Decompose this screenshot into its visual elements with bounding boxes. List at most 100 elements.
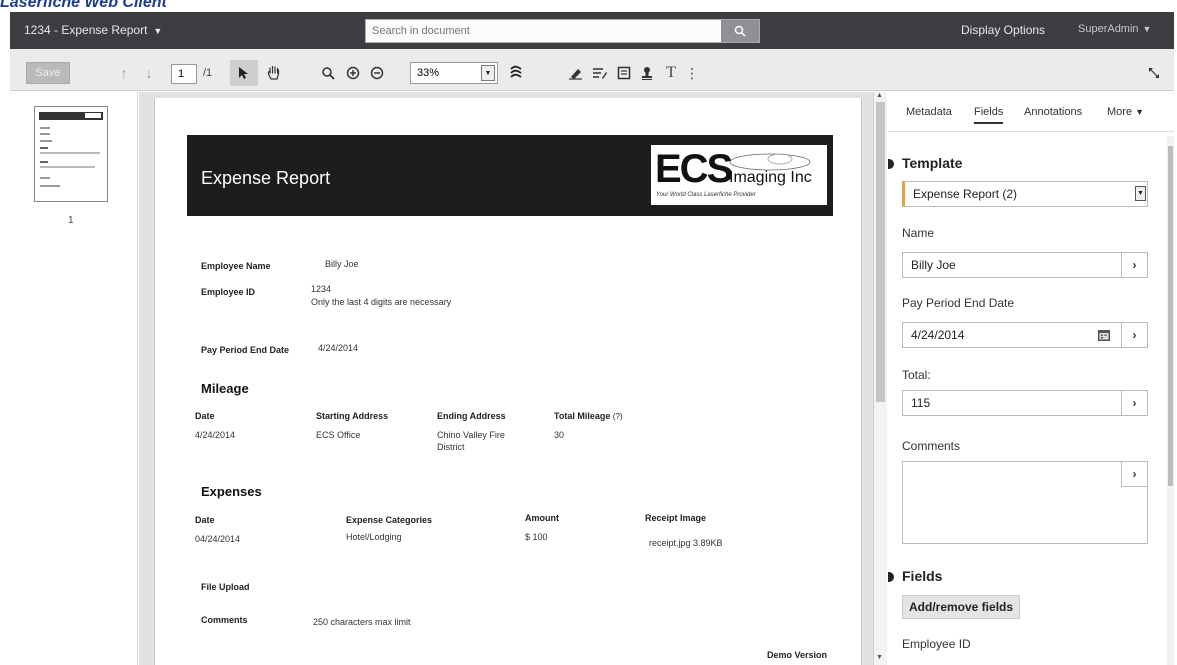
total-label: Total: — [902, 368, 931, 382]
document-page: Expense Report ECS Imaging Inc Your Worl… — [154, 98, 862, 665]
mileage-date: 4/24/2014 — [195, 430, 236, 440]
comments-go-button[interactable]: › — [1121, 461, 1148, 487]
user-menu[interactable]: SuperAdmin ▼ — [1078, 23, 1151, 35]
document-title: 1234 - Expense Report — [24, 23, 148, 37]
pay-period-value: 4/24/2014 — [318, 343, 359, 353]
employee-name-label: Employee Name — [201, 261, 271, 271]
expenses-col-amount: Amount — [525, 513, 559, 523]
dropdown-arrow-icon[interactable]: ▼ — [1135, 186, 1146, 201]
scrollbar-thumb[interactable] — [1168, 146, 1173, 486]
fields-heading: Fields — [902, 568, 943, 584]
logo-ecs-text: ECS — [655, 147, 733, 191]
help-hint[interactable]: (?) — [613, 412, 623, 421]
document-scrollbar[interactable]: ▲ ▼ — [873, 92, 887, 665]
panel-scrollbar[interactable] — [1167, 136, 1174, 665]
document-menu[interactable]: 1234 - Expense Report ▼ — [24, 23, 162, 37]
page-total: /1 — [203, 67, 213, 79]
user-name: SuperAdmin — [1078, 23, 1139, 35]
highlight-pen-icon[interactable] — [566, 62, 586, 84]
employee-id-value: 1234 — [311, 284, 332, 294]
redaction-icon[interactable] — [506, 62, 526, 84]
search-icon — [734, 25, 746, 37]
ecs-logo: ECS Imaging Inc Your World Class Laserfi… — [651, 145, 827, 205]
tab-metadata[interactable]: Metadata — [906, 106, 952, 118]
pay-period-label: Pay Period End Date — [902, 296, 1015, 310]
search-box — [365, 19, 760, 43]
name-go-button[interactable]: › — [1121, 252, 1148, 278]
total-go-button[interactable]: › — [1121, 390, 1148, 416]
top-bar: 1234 - Expense Report ▼ Display Options S… — [10, 12, 1174, 49]
collapse-toggle-icon[interactable] — [888, 159, 894, 169]
collapse-toggle-icon[interactable] — [888, 572, 894, 582]
zoom-in-icon[interactable] — [343, 62, 363, 84]
expenses-col-category: Expense Categories — [346, 515, 433, 525]
scrollbar-thumb[interactable] — [876, 102, 885, 402]
mileage-col-total-text: Total Mileage — [554, 411, 611, 421]
text-lines-icon[interactable] — [590, 62, 610, 84]
calendar-icon[interactable] — [1097, 328, 1111, 342]
mileage-col-end: Ending Address — [437, 411, 506, 421]
expenses-title: Expenses — [201, 484, 262, 499]
employee-name-value: Billy Joe — [325, 259, 359, 269]
report-header: Expense Report ECS Imaging Inc Your Worl… — [187, 135, 833, 216]
expenses-receipt[interactable]: receipt.jpg 3.89KB — [649, 538, 723, 548]
total-field[interactable]: 115 — [902, 390, 1148, 416]
employee-id-label: Employee ID — [902, 637, 971, 651]
pan-hand-icon[interactable] — [264, 62, 284, 84]
panel-tabs: Metadata Fields Annotations More ▼ — [888, 92, 1174, 132]
dropdown-arrow-icon[interactable]: ▼ — [481, 65, 495, 81]
zoom-level-input[interactable] — [411, 63, 481, 83]
display-options-button[interactable]: Display Options — [961, 23, 1045, 37]
mileage-col-start: Starting Address — [316, 411, 389, 421]
select-pointer-button[interactable] — [230, 60, 258, 86]
file-upload-label: File Upload — [201, 582, 250, 592]
window-caption: Laserfiche Web Client — [0, 0, 167, 11]
logo-imaging-text: Imaging Inc — [729, 169, 812, 186]
report-title: Expense Report — [201, 168, 331, 188]
thumbnail-panel: 1 — [10, 92, 138, 665]
thumbnail-page-number: 1 — [68, 215, 74, 226]
mileage-col-total: Total Mileage (?) — [554, 411, 623, 421]
pay-period-label: Pay Period End Date — [201, 345, 290, 355]
arrow-down-icon[interactable]: ↓ — [141, 62, 157, 84]
expenses-date: 04/24/2014 — [195, 534, 241, 544]
text-tool-button[interactable]: T — [661, 62, 681, 84]
pay-period-field[interactable]: 4/24/2014 — [902, 322, 1148, 348]
caret-down-icon: ▼ — [153, 26, 163, 36]
tab-more-label: More — [1107, 106, 1133, 118]
zoom-out-icon[interactable] — [367, 62, 387, 84]
zoom-select[interactable]: ▼ — [410, 62, 498, 84]
search-button[interactable] — [721, 20, 759, 42]
name-field[interactable]: Billy Joe — [902, 252, 1148, 278]
pay-period-go-button[interactable]: › — [1121, 322, 1148, 348]
expand-icon[interactable] — [1146, 62, 1162, 84]
caret-down-icon: ▼ — [1135, 107, 1145, 117]
mileage-title: Mileage — [201, 381, 249, 396]
scroll-up-icon[interactable]: ▲ — [876, 92, 883, 99]
mileage-end-line1: Chino Valley Fire — [437, 430, 505, 440]
save-button[interactable]: Save — [26, 62, 70, 84]
tab-annotations[interactable]: Annotations — [1024, 106, 1082, 118]
toolbar: Save ↑ ↓ /1 ▼ T ⋮ — [10, 49, 1174, 91]
add-remove-fields-button[interactable]: Add/remove fields — [902, 595, 1021, 619]
caret-down-icon: ▼ — [1142, 24, 1152, 34]
document-viewer: Expense Report ECS Imaging Inc Your Worl… — [139, 92, 873, 665]
mileage-end-line2: District — [437, 442, 465, 452]
search-input[interactable] — [366, 20, 721, 42]
stamp-icon[interactable] — [637, 62, 657, 84]
tab-more[interactable]: More ▼ — [1107, 106, 1144, 118]
employee-id-note: Only the last 4 digits are necessary — [311, 297, 452, 307]
zoom-fit-icon[interactable] — [318, 62, 338, 84]
expenses-category: Hotel/Lodging — [346, 532, 402, 542]
template-select[interactable]: Expense Report (2) — [902, 181, 1148, 207]
expenses-col-date: Date — [195, 515, 215, 525]
more-tools-icon[interactable]: ⋮ — [685, 62, 699, 84]
logo-swoosh-icon — [729, 153, 811, 171]
page-thumbnail[interactable] — [34, 106, 108, 202]
page-number-input[interactable] — [171, 64, 197, 84]
arrow-up-icon[interactable]: ↑ — [116, 62, 132, 84]
comments-textarea[interactable] — [902, 461, 1148, 544]
sticky-note-icon[interactable] — [614, 62, 634, 84]
tab-fields[interactable]: Fields — [974, 106, 1004, 124]
scroll-down-icon[interactable]: ▼ — [876, 654, 883, 661]
